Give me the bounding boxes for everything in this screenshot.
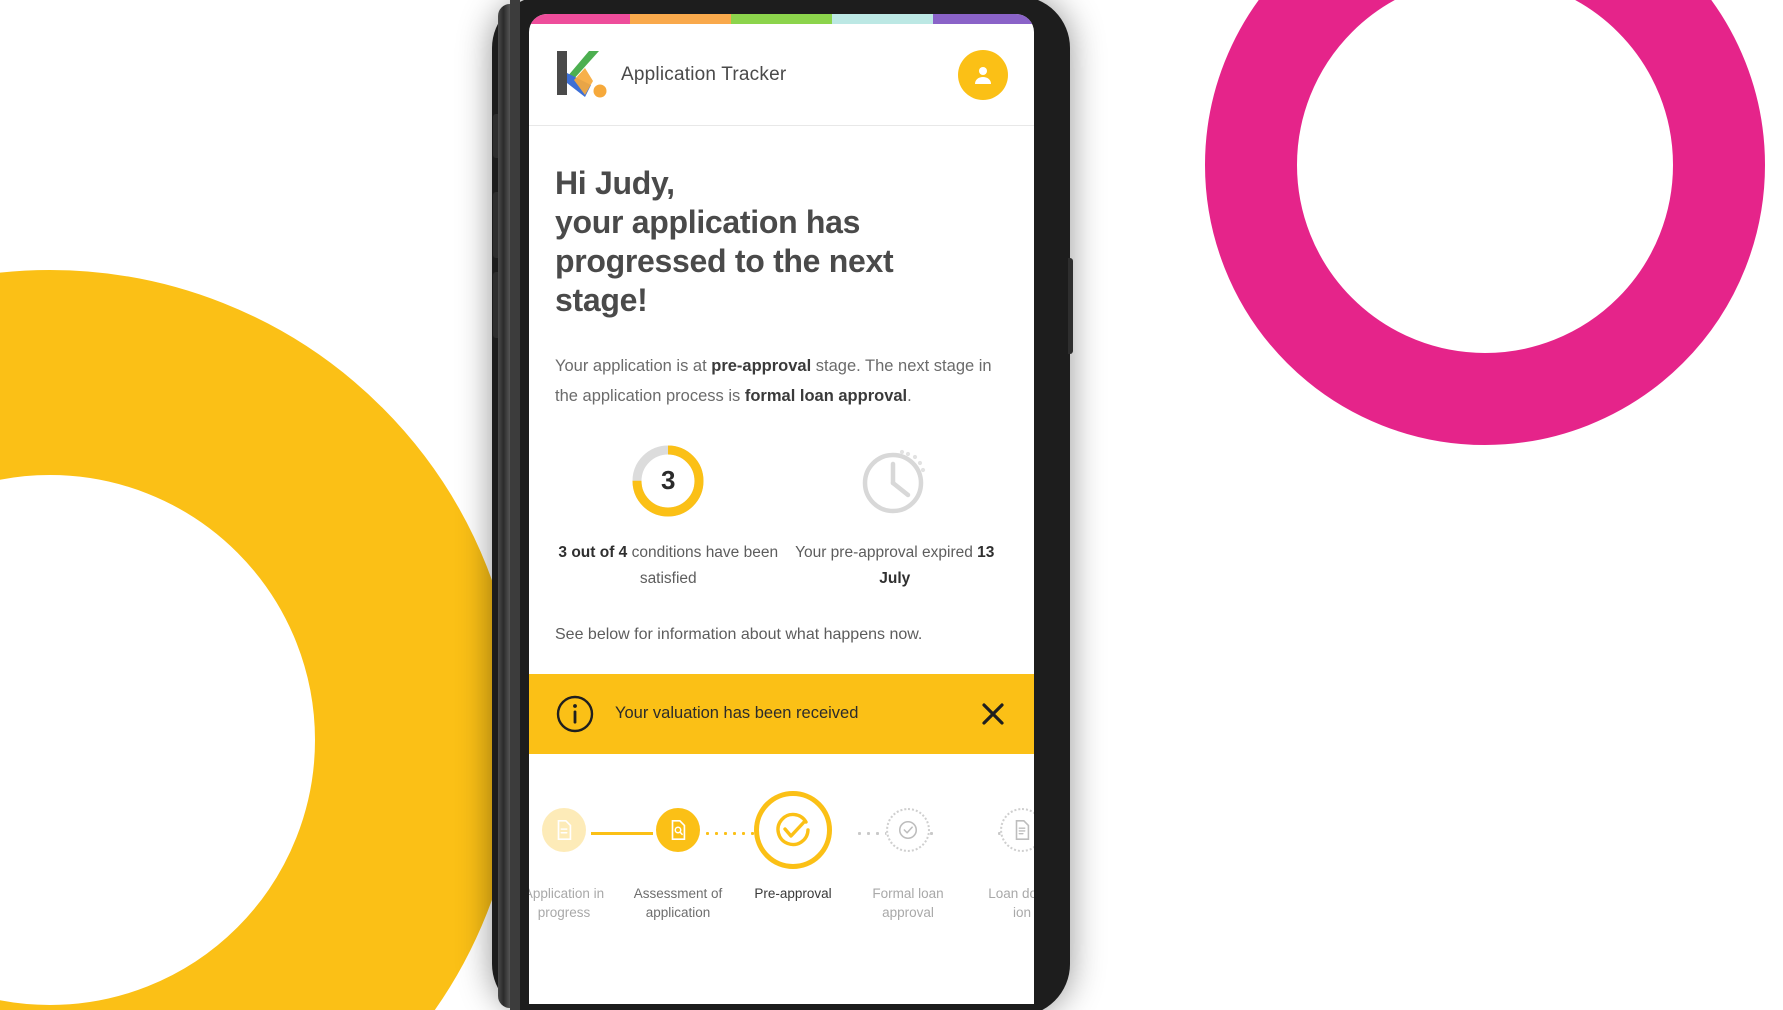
app-header: Application Tracker <box>529 24 1034 126</box>
stepper-step-4-circle-holder <box>851 790 965 870</box>
brand-color-bar <box>529 14 1034 24</box>
pink-ring-shape <box>1205 0 1765 445</box>
stepper-step-2-label-line1: Assessment of <box>633 885 723 901</box>
notification-banner: Your valuation has been received <box>529 673 1034 754</box>
greeting-line-3: progressed to the next <box>555 243 894 280</box>
check-circle-icon <box>776 812 810 846</box>
paragraph-bold-2: formal loan approval <box>744 386 908 405</box>
color-bar-segment-orange <box>630 14 731 24</box>
stepper-step-5-circle-holder <box>965 790 1034 870</box>
progress-stepper: Application in progress Assessment of ap… <box>529 754 1034 964</box>
stepper-step-4-label-line2: approval <box>882 905 934 921</box>
stepper-step-pre-approval[interactable]: Pre-approval <box>735 790 851 904</box>
stepper-step-assessment-of-application[interactable]: Assessment of application <box>621 790 735 923</box>
color-bar-segment-pink <box>529 14 630 24</box>
stat-expiry-text: Your pre-approval expired <box>795 543 978 561</box>
stat-conditions: 3 3 out of 4 conditions have been satisf… <box>555 438 782 592</box>
stepper-step-2-circle <box>656 807 700 852</box>
stepper-step-3-circle-holder <box>735 790 851 870</box>
donut-progress-icon: 3 <box>629 442 707 520</box>
phone-power-button[interactable] <box>1068 258 1073 354</box>
stepper-connector-1 <box>591 831 653 835</box>
stepper-step-2-circle-holder <box>621 790 735 870</box>
phone-left-edge <box>498 4 510 1008</box>
phone-volume-down-button[interactable] <box>493 272 498 338</box>
greeting-line-4: stage! <box>555 282 648 319</box>
stepper-step-5-circle <box>1000 807 1034 852</box>
notification-close-button[interactable] <box>978 699 1008 729</box>
stepper-step-2-label: Assessment of application <box>621 884 735 923</box>
phone-screen: Application Tracker Hi Judy, your applic… <box>529 14 1034 1004</box>
notification-message: Your valuation has been received <box>615 704 859 723</box>
color-bar-segment-cyan <box>832 14 933 24</box>
stat-expiry-visual <box>782 438 1009 524</box>
stepper-step-5-label-line1: Loan docu- <box>988 885 1034 901</box>
stepper-steps: Application in progress Assessment of ap… <box>529 790 1034 923</box>
stat-conditions-text: conditions have been satisfied <box>627 543 779 587</box>
check-circle-outline-icon <box>898 820 918 839</box>
phone-volume-up-button[interactable] <box>493 192 498 258</box>
info-circle-icon <box>556 695 594 732</box>
phone-mockup: Application Tracker Hi Judy, your applic… <box>492 0 1073 1010</box>
phone-left-edge-inner <box>510 0 520 1010</box>
stats-row: 3 3 out of 4 conditions have been satisf… <box>555 438 1008 592</box>
stat-conditions-count: 3 out of 4 <box>558 543 628 561</box>
stepper-step-3-circle <box>754 790 832 869</box>
main-content: Hi Judy, your application has progressed… <box>529 164 1034 644</box>
document-lines-icon <box>1015 819 1030 840</box>
stepper-step-4-circle <box>886 807 930 852</box>
stat-expiry: Your pre-approval expired 13 July <box>782 438 1009 592</box>
app-title: Application Tracker <box>621 63 787 85</box>
stepper-step-5-label: Loan docu- ion <box>965 884 1034 923</box>
stepper-step-application-in-progress[interactable]: Application in progress <box>529 790 621 923</box>
stepper-step-4-label: Formal loan approval <box>851 884 965 923</box>
stepper-step-3-label: Pre-approval <box>735 884 851 904</box>
color-bar-segment-purple <box>933 14 1034 24</box>
stat-conditions-visual: 3 <box>555 438 782 524</box>
stepper-step-3-label-line1: Pre-approval <box>754 885 832 901</box>
paragraph-part-1: Your application is at <box>555 357 712 376</box>
document-search-icon <box>671 819 686 840</box>
color-bar-segment-green <box>731 14 832 24</box>
greeting-line-1: Hi Judy, <box>555 165 675 201</box>
close-icon <box>982 702 1004 725</box>
stepper-step-1-circle <box>542 807 586 852</box>
stat-expiry-caption: Your pre-approval expired 13 July <box>782 540 1009 592</box>
clock-icon <box>862 449 925 513</box>
stepper-step-1-label-line1: Application in <box>529 885 605 901</box>
status-paragraph: Your application is at pre-approval stag… <box>555 352 1008 411</box>
brand-logo-group: Application Tracker <box>555 47 786 103</box>
k-dot-logo <box>555 47 607 103</box>
stepper-step-5-label-line2: ion <box>1012 905 1031 921</box>
stepper-step-2-label-line2: application <box>645 905 711 921</box>
k-dot-logo-icon <box>557 50 607 97</box>
greeting-line-2: your application has <box>555 204 861 241</box>
stat-conditions-caption: 3 out of 4 conditions have been satisfie… <box>555 540 782 592</box>
user-avatar-button[interactable] <box>958 49 1008 100</box>
donut-value: 3 <box>661 465 676 495</box>
see-below-text: See below for information about what hap… <box>555 625 923 643</box>
paragraph-bold-1: pre-approval <box>711 357 812 376</box>
yellow-ring-shape <box>0 270 520 1010</box>
paragraph-part-3: . <box>907 386 912 405</box>
user-avatar-icon <box>975 66 991 84</box>
stepper-step-1-label: Application in progress <box>529 884 621 923</box>
stepper-step-1-label-line2: progress <box>537 905 591 921</box>
page-title: Hi Judy, your application has progressed… <box>555 164 1008 320</box>
document-check-icon <box>557 819 572 840</box>
stepper-step-1-circle-holder <box>529 790 621 870</box>
stepper-step-4-label-line1: Formal loan <box>872 885 944 901</box>
stepper-step-formal-loan-approval[interactable]: Formal loan approval <box>851 790 965 923</box>
phone-mute-button[interactable] <box>493 114 498 158</box>
stepper-step-loan-documentation[interactable]: Loan docu- ion <box>965 790 1034 923</box>
